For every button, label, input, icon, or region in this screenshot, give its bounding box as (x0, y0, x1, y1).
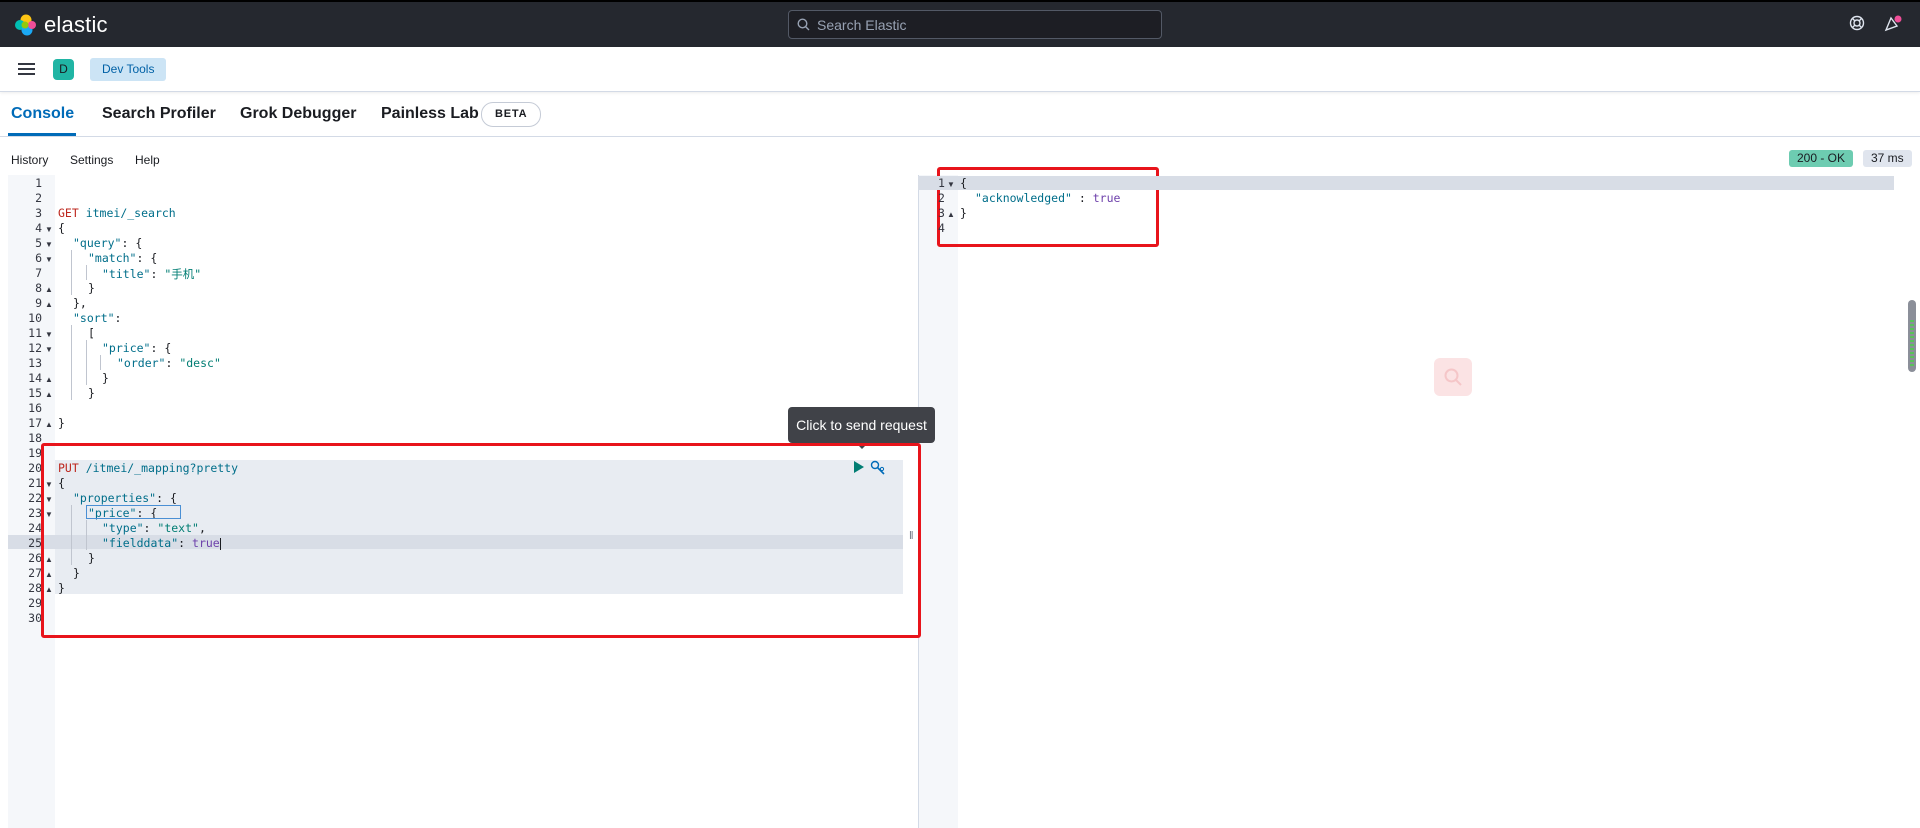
fold-toggle-icon[interactable]: ▼ (45, 345, 53, 354)
elastic-logo-icon[interactable] (14, 13, 38, 37)
tab-grok-debugger[interactable]: Grok Debugger (240, 105, 356, 123)
fold-toggle-icon[interactable]: ▲ (947, 210, 955, 219)
settings-link[interactable]: Settings (70, 153, 113, 167)
tab-search-profiler[interactable]: Search Profiler (102, 105, 216, 123)
logo-text[interactable]: elastic (44, 12, 108, 38)
indent-guide (71, 325, 72, 400)
beta-badge: BETA (481, 102, 542, 127)
scrollbar-indicator (1910, 320, 1914, 368)
breadcrumb-bar: D Dev Tools (0, 47, 1920, 92)
fold-toggle-icon[interactable]: ▲ (45, 300, 53, 309)
fold-toggle-icon[interactable]: ▼ (45, 330, 53, 339)
response-output-gutter (918, 175, 958, 828)
history-link[interactable]: History (11, 153, 48, 167)
space-avatar[interactable]: D (53, 59, 74, 80)
indent-guide (86, 265, 87, 280)
menu-icon[interactable] (18, 62, 35, 76)
indent-guide (86, 340, 87, 385)
help-link[interactable]: Help (135, 153, 160, 167)
status-badge: 200 - OK (1789, 150, 1854, 167)
tab-painless-lab[interactable]: Painless Lab (381, 105, 479, 123)
search-overlay-icon[interactable] (1434, 358, 1472, 396)
fold-toggle-icon[interactable]: ▼ (947, 180, 955, 189)
fold-toggle-icon[interactable]: ▼ (45, 240, 53, 249)
indent-guide (100, 355, 101, 370)
search-icon (797, 18, 810, 31)
dev-tools-tabs: Console Search Profiler Grok Debugger Pa… (0, 92, 1920, 137)
tab-console[interactable]: Console (11, 105, 74, 123)
fold-toggle-icon[interactable]: ▲ (45, 390, 53, 399)
response-active-line (918, 176, 1894, 190)
response-time-badge: 37 ms (1863, 150, 1912, 167)
breadcrumb-dev-tools[interactable]: Dev Tools (90, 58, 167, 81)
top-header: elastic Search Elastic (0, 0, 1920, 47)
fold-toggle-icon[interactable]: ▼ (45, 255, 53, 264)
request-highlight-box (41, 443, 921, 638)
fold-toggle-icon[interactable]: ▲ (45, 285, 53, 294)
help-icon[interactable] (1849, 15, 1865, 31)
fold-toggle-icon[interactable]: ▲ (45, 375, 53, 384)
indent-guide (71, 250, 72, 295)
search-bar[interactable]: Search Elastic (788, 10, 1162, 39)
fold-toggle-icon[interactable]: ▼ (45, 225, 53, 234)
search-input[interactable]: Search Elastic (817, 17, 906, 33)
fold-toggle-icon[interactable]: ▲ (45, 420, 53, 429)
send-request-tooltip: Click to send request (788, 407, 935, 449)
active-tab-indicator (8, 133, 76, 136)
response-output[interactable] (918, 175, 1920, 828)
newsfeed-icon[interactable] (1884, 15, 1902, 33)
